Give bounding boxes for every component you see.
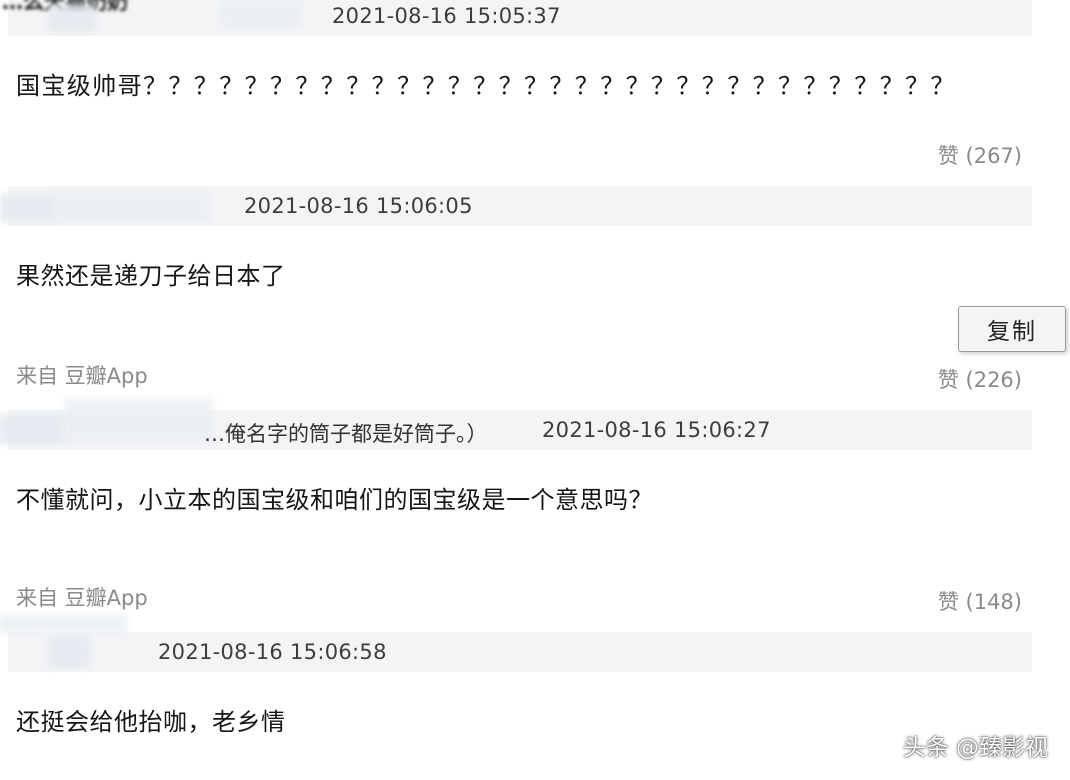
comment-source: 来自 豆瓣App: [16, 364, 148, 388]
copy-menu-item[interactable]: 复制: [958, 306, 1066, 352]
like-button[interactable]: 赞 (148): [938, 586, 1022, 616]
redacted-avatar: [0, 194, 60, 222]
comment-timestamp: 2021-08-16 15:06:58: [158, 640, 387, 664]
comment-header-3: …俺名字的筒子都是好筒子。） 2021-08-16 15:06:27: [0, 398, 1032, 450]
redacted-username: [0, 614, 128, 634]
quoted-reply: …俺名字的筒子都是好筒子。）: [204, 422, 488, 446]
comment-timestamp: 2021-08-16 15:05:37: [332, 4, 561, 28]
comment-text: 还挺会给他抬咖，老乡情: [16, 708, 286, 736]
redacted-username: [64, 398, 214, 444]
comment-header-2: 2021-08-16 15:06:05: [0, 186, 1032, 226]
watermark: 头条 @臻影视: [902, 735, 1048, 761]
comment-header-4: 2021-08-16 15:06:58: [0, 614, 1032, 672]
comment-text: 国宝级帅哥？？？？？？？？？？？？？？？？？？？？？？？？？？？？？？？？: [16, 72, 956, 100]
comment-timestamp: 2021-08-16 15:06:27: [542, 418, 771, 442]
redacted-username: [52, 190, 212, 222]
comment-source: 来自 豆瓣App: [16, 586, 148, 610]
comment-timestamp: 2021-08-16 15:06:05: [244, 194, 473, 218]
comment-text: 果然还是递刀子给日本了: [16, 262, 286, 290]
redacted-username: [218, 0, 304, 30]
comment-text: 不懂就问，小立本的国宝级和咱们的国宝级是一个意思吗？: [16, 486, 653, 514]
comment-header-1: …么天猫奶奶 2021-08-16 15:05:37: [2, 0, 1032, 36]
like-button[interactable]: 赞 (267): [938, 140, 1022, 170]
redacted-avatar: [48, 636, 90, 668]
redacted-avatar: [0, 414, 68, 444]
like-button[interactable]: 赞 (226): [938, 364, 1022, 394]
redacted-avatar: [48, 4, 96, 32]
